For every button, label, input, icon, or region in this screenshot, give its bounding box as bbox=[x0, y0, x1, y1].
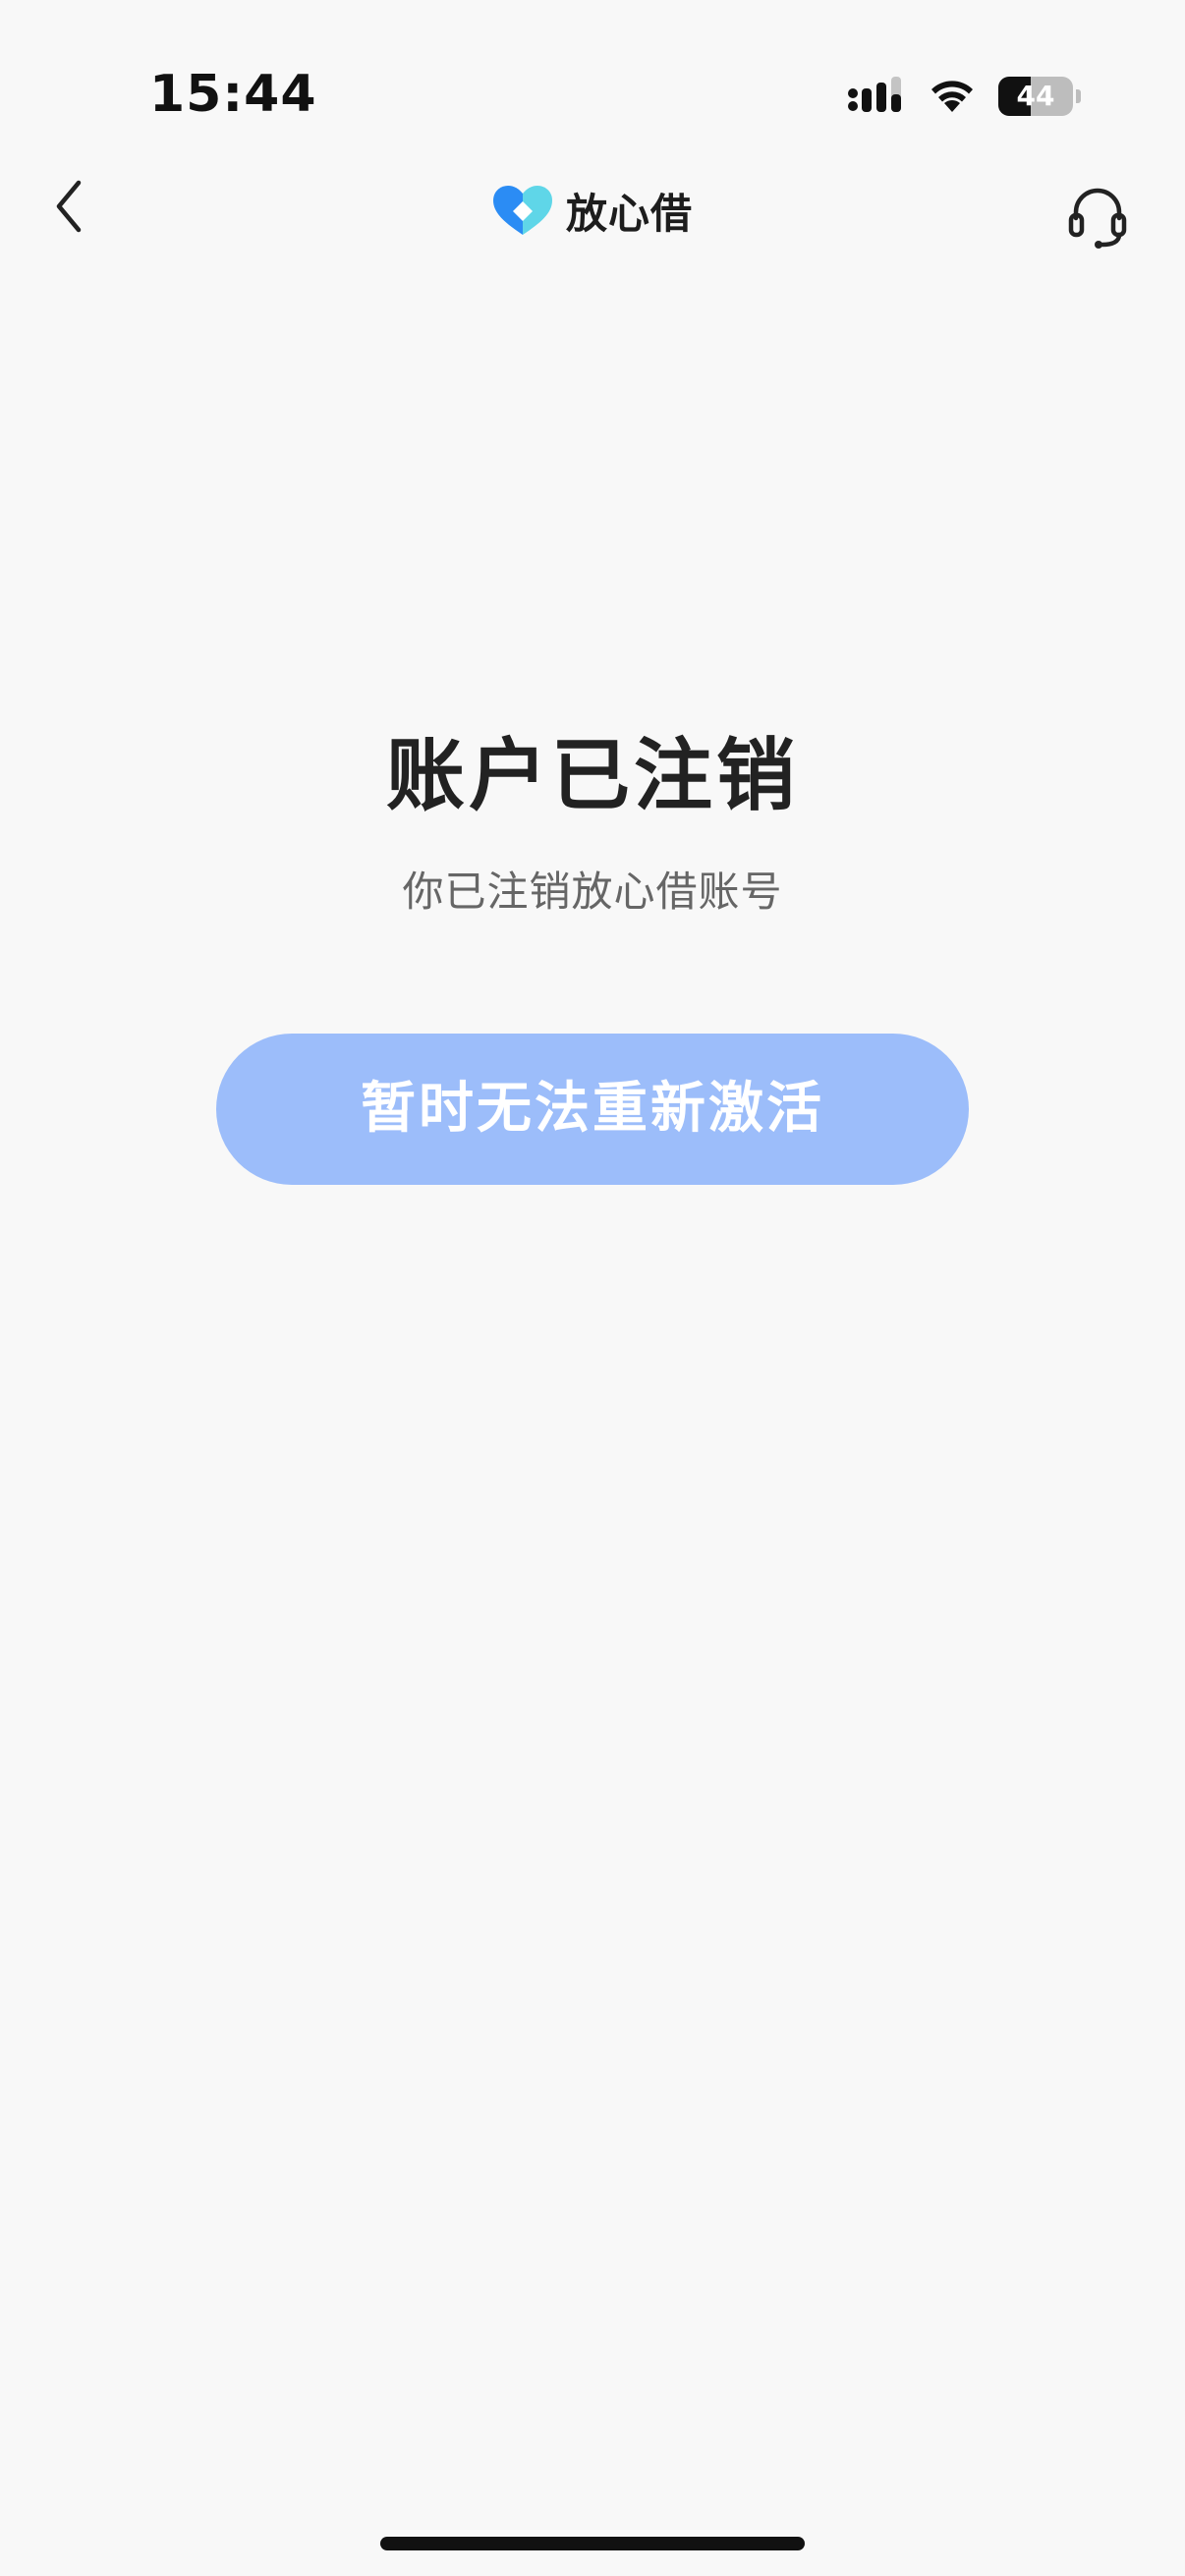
chevron-left-icon bbox=[56, 180, 82, 233]
brand: 放心借 bbox=[491, 181, 693, 240]
page-title: 账户已注销 bbox=[386, 730, 799, 821]
page-subtitle: 你已注销放心借账号 bbox=[402, 868, 783, 916]
status-time: 15:44 bbox=[149, 65, 317, 124]
brand-name: 放心借 bbox=[566, 189, 694, 238]
status-bar: 15:44 44 bbox=[0, 0, 1185, 147]
nav-bar: 放心借 bbox=[0, 157, 1185, 261]
battery-body: 44 bbox=[998, 77, 1073, 116]
wifi-icon bbox=[931, 81, 973, 112]
battery-percent: 44 bbox=[1016, 80, 1055, 112]
back-button[interactable] bbox=[29, 167, 108, 246]
home-indicator bbox=[380, 2537, 805, 2550]
heart-diamond-logo-icon bbox=[493, 186, 552, 235]
main-content: 账户已注销 你已注销放心借账号 暂时无法重新激活 bbox=[0, 717, 1185, 1185]
battery-indicator: 44 bbox=[998, 77, 1081, 116]
customer-service-button[interactable] bbox=[1053, 171, 1142, 259]
reactivate-button[interactable]: 暂时无法重新激活 bbox=[216, 1034, 969, 1185]
headset-icon bbox=[1068, 188, 1127, 249]
battery-cap bbox=[1076, 89, 1081, 103]
cellular-signal-icon bbox=[848, 77, 901, 112]
